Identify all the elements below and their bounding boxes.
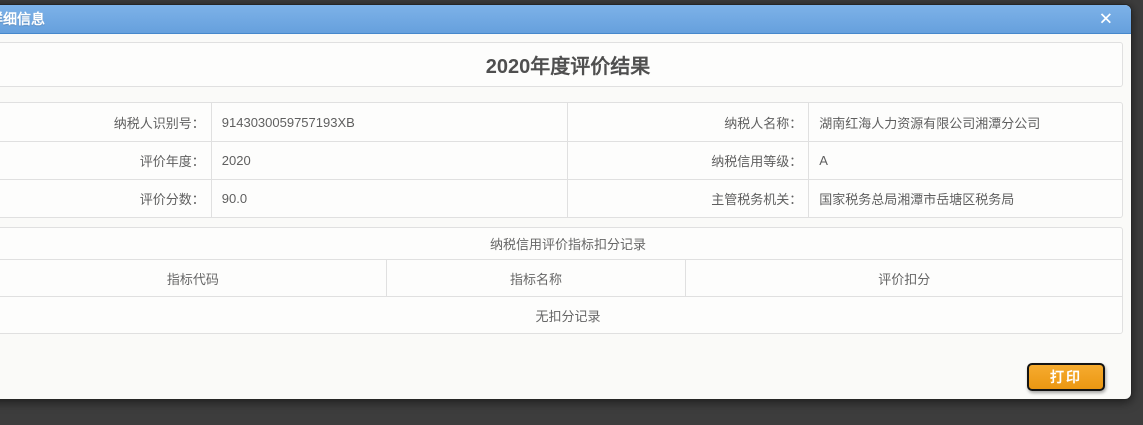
deduction-section-title: 纳税信用评价指标扣分记录 (0, 228, 1122, 259)
dialog-title: 详细信息 (0, 9, 45, 29)
tax-authority-label: 主管税务机关： (568, 180, 809, 217)
taxpayer-id-label: 纳税人识别号： (0, 103, 212, 141)
column-header-indicator-code: 指标代码 (0, 260, 387, 296)
table-row: 评价年度： 2020 纳税信用等级： A (0, 141, 1122, 179)
credit-rating-label: 纳税信用等级： (568, 142, 809, 179)
tax-authority-value: 国家税务总局湘潭市岳塘区税务局 (809, 180, 1122, 217)
deduction-header-row: 指标代码 指标名称 评价扣分 (0, 259, 1122, 296)
results-heading: 2020年度评价结果 (486, 50, 651, 79)
taxpayer-id-value: 9143030059757193XB (212, 103, 569, 141)
eval-score-label: 评价分数： (0, 180, 212, 217)
table-row: 纳税人识别号： 9143030059757193XB 纳税人名称： 湖南红海人力… (0, 103, 1122, 141)
detail-info-dialog: 详细信息 ✕ 2020年度评价结果 纳税人识别号： 91430300597571… (0, 4, 1132, 400)
table-row: 评价分数： 90.0 主管税务机关： 国家税务总局湘潭市岳塘区税务局 (0, 179, 1122, 217)
taxpayer-info-table: 纳税人识别号： 9143030059757193XB 纳税人名称： 湖南红海人力… (0, 102, 1123, 218)
no-deduction-record-text: 无扣分记录 (0, 296, 1122, 333)
eval-score-value: 90.0 (212, 180, 569, 217)
print-button[interactable]: 打印 (1027, 363, 1105, 391)
taxpayer-name-value: 湖南红海人力资源有限公司湘潭分公司 (809, 103, 1122, 141)
eval-year-label: 评价年度： (0, 142, 212, 179)
column-header-indicator-name: 指标名称 (387, 260, 687, 296)
close-icon[interactable]: ✕ (1099, 11, 1113, 28)
credit-rating-value: A (809, 142, 1122, 179)
results-heading-panel: 2020年度评价结果 (0, 42, 1123, 87)
dialog-title-bar: 详细信息 ✕ (0, 5, 1131, 34)
eval-year-value: 2020 (212, 142, 569, 179)
column-header-eval-deduction: 评价扣分 (686, 260, 1122, 296)
taxpayer-name-label: 纳税人名称： (568, 103, 809, 141)
deduction-record-table: 纳税信用评价指标扣分记录 指标代码 指标名称 评价扣分 无扣分记录 (0, 227, 1123, 334)
